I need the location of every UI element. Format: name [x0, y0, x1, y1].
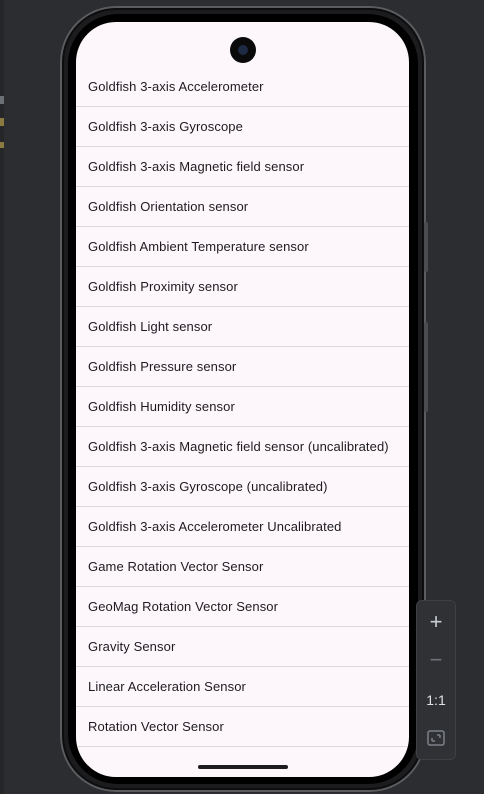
- list-item-label: Goldfish 3-axis Magnetic field sensor (u…: [88, 438, 389, 454]
- list-item[interactable]: Goldfish Pressure sensor: [76, 347, 409, 387]
- list-item-label: Rotation Vector Sensor: [88, 718, 224, 734]
- front-camera: [230, 37, 256, 63]
- list-item[interactable]: Goldfish 3-axis Gyroscope (uncalibrated): [76, 467, 409, 507]
- list-item-label: Linear Acceleration Sensor: [88, 678, 246, 694]
- list-item[interactable]: Goldfish Light sensor: [76, 307, 409, 347]
- list-item[interactable]: Goldfish 3-axis Magnetic field sensor (u…: [76, 427, 409, 467]
- list-item[interactable]: Goldfish 3-axis Accelerometer Uncalibrat…: [76, 507, 409, 547]
- list-item[interactable]: Goldfish 3-axis Magnetic field sensor: [76, 147, 409, 187]
- list-item[interactable]: Linear Acceleration Sensor: [76, 667, 409, 707]
- list-item[interactable]: Goldfish Proximity sensor: [76, 267, 409, 307]
- list-item[interactable]: Goldfish 3-axis Accelerometer: [76, 67, 409, 107]
- zoom-out-button[interactable]: −: [417, 641, 455, 679]
- list-item-label: Game Rotation Vector Sensor: [88, 558, 264, 574]
- list-item[interactable]: Goldfish Humidity sensor: [76, 387, 409, 427]
- list-item-label: Goldfish 3-axis Accelerometer: [88, 78, 264, 94]
- zoom-toolbar: + − 1:1: [416, 600, 456, 760]
- list-item-label: Goldfish Pressure sensor: [88, 358, 237, 374]
- list-item-label: Goldfish 3-axis Magnetic field sensor: [88, 158, 305, 174]
- fit-screen-button[interactable]: [417, 719, 455, 757]
- list-item[interactable]: Goldfish 3-axis Gyroscope: [76, 107, 409, 147]
- left-strip-marker: [0, 96, 4, 104]
- list-item[interactable]: Goldfish Orientation sensor: [76, 187, 409, 227]
- status-bar: [76, 22, 409, 66]
- list-item[interactable]: Goldfish Ambient Temperature sensor: [76, 227, 409, 267]
- list-item-label: Goldfish Ambient Temperature sensor: [88, 238, 309, 254]
- list-item-label: Goldfish 3-axis Gyroscope: [88, 118, 243, 134]
- zoom-in-button[interactable]: +: [417, 603, 455, 641]
- list-item[interactable]: GeoMag Rotation Vector Sensor: [76, 587, 409, 627]
- actual-size-label: 1:1: [426, 692, 446, 708]
- list-item-label: Goldfish 3-axis Accelerometer Uncalibrat…: [88, 518, 342, 534]
- left-strip-marker: [0, 118, 4, 126]
- plus-icon: +: [429, 609, 443, 634]
- device-side-button: [424, 322, 428, 412]
- list-item[interactable]: Rotation Vector Sensor: [76, 707, 409, 747]
- list-item-label: Goldfish Humidity sensor: [88, 398, 235, 414]
- minus-icon: −: [429, 647, 443, 672]
- sensor-list: Goldfish 3-axis Accelerometer Goldfish 3…: [76, 67, 409, 747]
- device-side-button: [424, 222, 428, 272]
- home-gesture-bar[interactable]: [198, 765, 288, 769]
- list-item-label: GeoMag Rotation Vector Sensor: [88, 598, 279, 614]
- actual-size-button[interactable]: 1:1: [417, 681, 455, 719]
- list-item-label: Goldfish 3-axis Gyroscope (uncalibrated): [88, 478, 328, 494]
- left-strip-marker: [0, 142, 4, 148]
- list-item-label: Goldfish Light sensor: [88, 318, 213, 334]
- device-screen: Goldfish 3-axis Accelerometer Goldfish 3…: [76, 22, 409, 777]
- list-item-label: Gravity Sensor: [88, 638, 176, 654]
- list-item[interactable]: Game Rotation Vector Sensor: [76, 547, 409, 587]
- list-item-label: Goldfish Orientation sensor: [88, 198, 249, 214]
- list-item[interactable]: Gravity Sensor: [76, 627, 409, 667]
- fit-screen-icon: [427, 730, 445, 746]
- list-item-label: Goldfish Proximity sensor: [88, 278, 238, 294]
